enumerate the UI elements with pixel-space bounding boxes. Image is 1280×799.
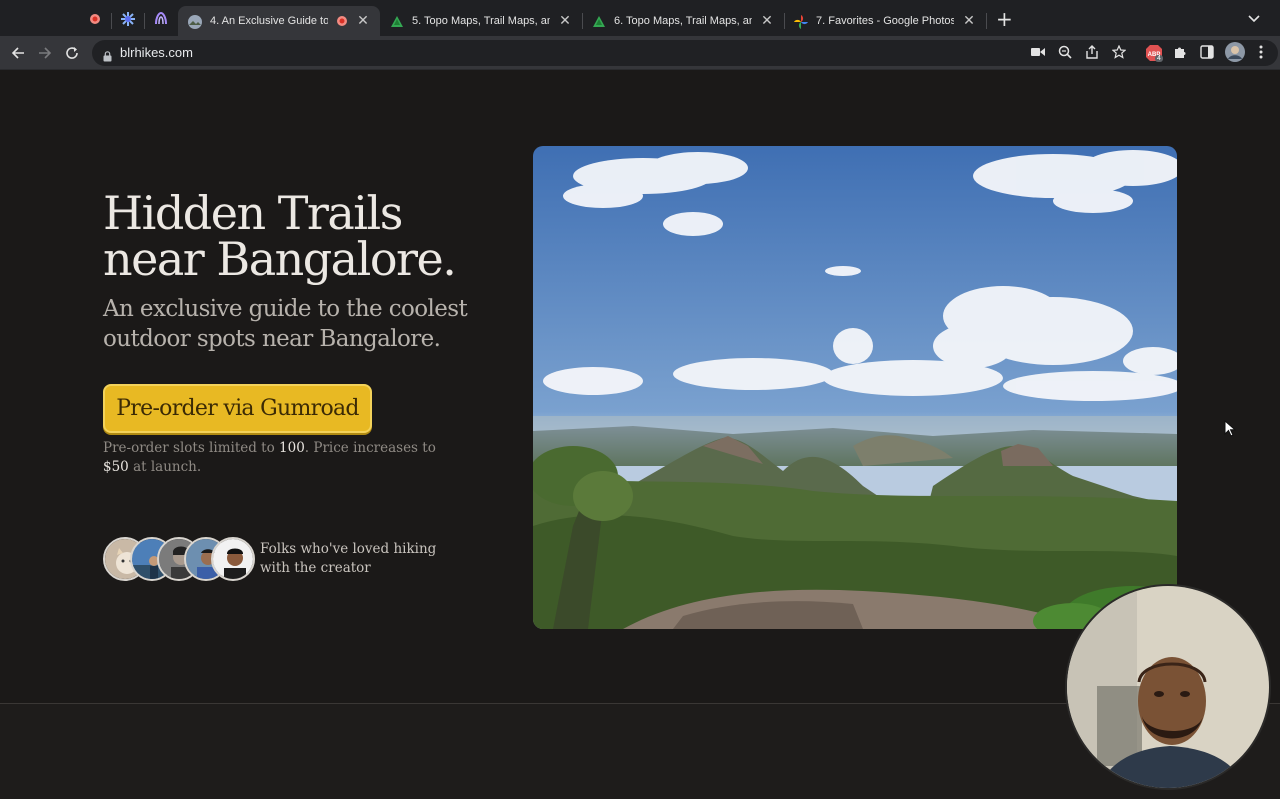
address-bar[interactable]: blrhikes.com [92,40,1278,66]
tab-topo-maps-2[interactable]: 6. Topo Maps, Trail Maps, and ✕ [582,6,784,36]
close-icon[interactable]: ✕ [962,14,976,28]
tab-title: 4. An Exclusive Guide to H [210,15,328,27]
pinned-tab-record-icon[interactable] [86,10,104,28]
share-icon[interactable] [1084,44,1100,60]
tab-title: 6. Topo Maps, Trail Maps, and [614,15,752,27]
tab-title: 7. Favorites - Google Photos [816,15,954,27]
page-title: Hidden Trails near Bangalore. [103,186,457,286]
hiker-avatars [103,537,255,581]
new-tab-button[interactable]: + [996,9,1013,29]
topo-favicon-icon [592,14,606,28]
back-arrow-icon[interactable] [8,43,28,63]
google-photos-icon [794,14,808,29]
note-prefix: Pre-order slots limited to [103,440,280,456]
tab-topo-maps-1[interactable]: 5. Topo Maps, Trail Maps, and ✕ [380,6,582,36]
adblock-extension-icon[interactable]: ABP 4 [1145,44,1163,62]
reload-icon[interactable] [62,43,82,63]
pinned-tab-app-icon[interactable] [152,10,170,28]
forward-arrow-icon[interactable] [35,43,55,63]
lock-icon[interactable] [103,47,112,66]
tab-blrhikes[interactable]: 4. An Exclusive Guide to H ✕ [178,6,380,36]
note-suffix: at launch. [128,459,202,475]
close-icon[interactable]: ✕ [356,14,370,28]
tab-search-chevron-icon[interactable] [1248,12,1260,26]
avatar [211,537,255,581]
preorder-note: Pre-order slots limited to 100. Price in… [103,439,453,477]
pinned-tab-star-icon[interactable] [119,10,137,28]
note-mid: . Price increases to [304,440,436,456]
side-panel-icon[interactable] [1199,44,1215,60]
page-subtitle: An exclusive guide to the coolest outdoo… [103,296,468,352]
tab-google-photos[interactable]: 7. Favorites - Google Photos ✕ [784,6,986,36]
tab-strip: 4. An Exclusive Guide to H ✕ 5. Topo Map… [0,0,1280,38]
profile-avatar[interactable] [1225,42,1245,62]
bookmark-star-icon[interactable] [1111,44,1127,60]
title-line-1: Hidden Trails [103,186,403,240]
close-icon[interactable]: ✕ [558,14,572,28]
more-menu-icon[interactable] [1253,44,1269,60]
webcam-overlay [1065,584,1271,790]
mouse-cursor-icon [1224,419,1237,441]
extension-badge: 4 [1155,55,1163,62]
title-line-2: near Bangalore. [103,232,457,286]
close-icon[interactable]: ✕ [760,14,774,28]
camera-icon[interactable] [1030,44,1046,60]
url-text: blrhikes.com [120,45,193,60]
zoom-icon[interactable] [1057,44,1073,60]
note-slots: 100 [279,440,305,456]
preorder-gumroad-button[interactable]: Pre-order via Gumroad [103,384,372,433]
note-price: $50 [103,459,129,475]
tab-title: 5. Topo Maps, Trail Maps, and [412,15,550,27]
recording-indicator-icon [336,12,348,31]
mountain-favicon-icon [188,14,202,29]
extensions-puzzle-icon[interactable] [1172,44,1188,60]
hero-landscape-photo [533,146,1177,629]
folks-caption: Folks who've loved hiking with the creat… [260,541,437,576]
topo-favicon-icon [390,14,404,28]
